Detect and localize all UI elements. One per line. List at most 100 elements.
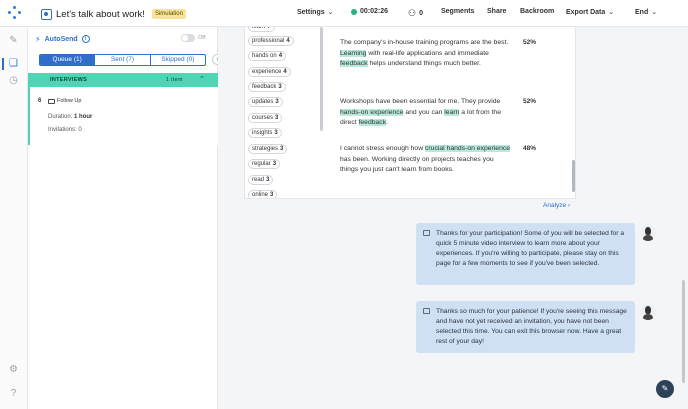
tab-sent[interactable]: Sent (7) [95,55,151,65]
quote-text: I cannot stress enough how crucial hands… [340,144,512,176]
main-content: learn 7 professional 4 hands on 4 experienc… [218,27,688,409]
item-number: 6 [38,98,42,104]
quote-match-percent: 52% [523,39,537,46]
quote-text: Workshops have been essential for me. Th… [340,97,512,129]
group-count: 1 item [166,77,183,83]
top-bar: Let's talk about work! Simulation Settin… [0,0,688,27]
share-label: Share [487,8,507,15]
item-type-label: Follow Up [57,98,82,104]
export-label: Export Data [566,8,606,16]
settings-label: Settings [297,8,325,16]
compose-button[interactable]: ✎ [656,380,674,398]
quote-segment: The company's in-house training programs… [340,39,509,46]
queue-item[interactable]: 6 Follow Up Duration: 1 hour Invitations… [28,87,218,145]
keyword-highlight: feedback [340,60,368,67]
analyze-link[interactable]: Analyze › [543,202,570,209]
message-text: Thanks for your participation! Some of y… [436,230,625,267]
end-label: End [635,8,649,16]
autosend-toggle[interactable] [181,34,195,42]
tag-chip[interactable]: hands on 4 [248,51,287,61]
quote-segment: has been. Working directly on projects t… [340,155,494,174]
tag-chip[interactable]: courses 3 [248,113,283,123]
settings-menu[interactable]: Settings ⌄ [297,8,334,17]
quote-segment: helps understand things much better. [367,60,481,67]
keyword-highlight: crucial hands-on experience [425,145,511,152]
quotes-scrollbar[interactable] [572,160,575,192]
backroom-label: Backroom [520,8,555,15]
tab-skipped[interactable]: Skipped (0) [151,55,205,65]
participants-icon: ⚇ [408,8,417,18]
quote-segment: . [386,119,388,126]
timer-value: 00:02:26 [360,8,389,15]
queue-panel: ⚡ AutoSend i Off Queue (1) Sent (7) Skip… [28,27,223,409]
share-button[interactable]: Share [487,8,506,15]
live-status-dot [351,8,357,15]
end-menu[interactable]: End ⌄ [635,8,658,17]
quote-segment: and you can [403,108,445,116]
item-type: Follow Up [48,98,81,104]
tag-chip[interactable]: updates 3 [248,97,283,107]
item-invitations: Invitations: 0 [48,127,82,133]
active-indicator [2,58,4,70]
simulation-badge: Simulation [151,9,186,19]
content-scrollbar[interactable] [682,280,685,383]
icon-rail: ✎ ❏ ◷ ⚙ ? [0,27,28,409]
tag-chip[interactable]: insights 3 [248,128,282,138]
chevron-down-icon: ⌄ [651,9,658,16]
quote-text: The company's in-house training programs… [340,38,512,70]
autosend-control: ⚡ AutoSend i [35,32,90,46]
keyword-highlight: Learning [340,49,367,57]
analyze-label: Analyze [543,202,567,209]
interviews-group-header[interactable]: INTERVIEWS 1 item ⌃ [28,73,218,87]
chevron-down-icon: ⌄ [608,9,615,16]
dots-logo-icon[interactable] [8,6,22,20]
study-title-group: Let's talk about work! Simulation [41,6,186,22]
tag-chip[interactable]: strategies 3 [248,144,288,154]
chat-icon[interactable]: ❏ [8,58,19,69]
help-icon[interactable]: ? [8,388,19,399]
message-icon [423,230,430,236]
tag-chip[interactable]: feedback 3 [248,82,286,92]
backroom-button[interactable]: Backroom [520,8,554,15]
keyword-highlight: feedback [358,119,387,126]
gear-icon[interactable]: ⚙ [8,364,19,375]
autosend-icon: ⚡ [35,34,41,44]
tag-chip[interactable]: professional 4 [248,36,294,46]
autosend-label: AutoSend [44,35,78,43]
keyword-highlight: hands-on experience [340,108,404,116]
segments-button[interactable]: Segments [441,8,474,15]
participants-count: 0 [419,10,423,17]
tags-scrollbar[interactable] [320,27,323,131]
tag-chip[interactable]: online 3 [248,190,278,198]
message-icon [423,308,430,314]
info-icon[interactable]: i [81,35,90,43]
edit-icon[interactable]: ✎ [8,35,19,46]
history-icon[interactable]: ◷ [8,75,19,86]
invitations-value: 0 [78,127,82,133]
avatar [640,225,656,241]
avatar [640,304,656,320]
chat-message: Thanks for your participation! Some of y… [416,223,635,285]
group-title: INTERVIEWS [50,77,88,83]
quote-segment: Workshops have been essential for me. Th… [340,98,501,105]
chat-message: Thanks so much for your patience! If you… [416,301,635,353]
message-text: Thanks so much for your patience! If you… [436,308,627,345]
tag-chip[interactable]: learn 7 [248,27,275,32]
chevron-up-icon: ⌃ [199,76,206,83]
participants-indicator[interactable]: ⚇ 0 [408,8,423,19]
item-duration: Duration: 1 hour [48,114,92,120]
quote-segment: with real-life applications and immediat… [366,49,489,57]
analysis-card: learn 7 professional 4 hands on 4 experienc… [244,27,576,199]
session-timer: 00:02:26 [351,8,388,15]
keyword-highlight: learn [444,108,460,116]
tag-chip[interactable]: experience 4 [248,67,291,77]
queue-tabs: Queue (1) Sent (7) Skipped (0) [39,54,206,66]
quote-match-percent: 48% [523,145,537,152]
tag-chip[interactable]: read 3 [248,175,274,185]
duration-label: Duration: [48,114,73,120]
tab-queue[interactable]: Queue (1) [40,55,96,65]
compose-icon: ✎ [661,384,669,393]
study-icon [41,8,52,20]
export-data-menu[interactable]: Export Data ⌄ [566,8,615,17]
tag-chip[interactable]: regular 3 [248,159,281,169]
